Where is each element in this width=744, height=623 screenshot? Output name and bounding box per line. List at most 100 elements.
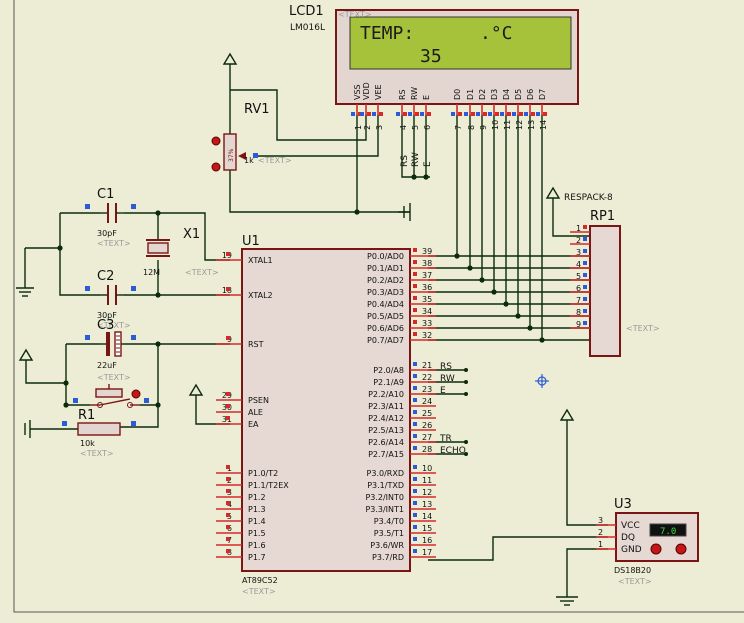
rp1-ref: RP1	[590, 209, 615, 224]
rp1-body	[589, 225, 621, 357]
u1-pin-number: 25	[422, 409, 432, 418]
u1-pin-label: P2.0/A8	[373, 366, 404, 375]
u1-pin-number: 12	[422, 488, 432, 497]
u1-pin-number: 33	[422, 319, 432, 328]
u3-model: DS18B20	[614, 566, 651, 575]
rv1-component[interactable]: 37% RV1 1k <TEXT>	[211, 102, 292, 172]
u1-pin-number: 11	[422, 476, 432, 485]
pin-state-marker	[413, 525, 417, 529]
u1-pin-label: XTAL2	[248, 291, 273, 300]
pin-state-marker	[413, 284, 417, 288]
ground-u3	[556, 596, 578, 606]
lcd-placeholder: <TEXT>	[338, 10, 372, 19]
rv1-value: 1k	[244, 156, 254, 165]
lcd-component[interactable]: TEMP: .°C 35 LCD1 LM016L <TEXT> VSS1VDD2…	[289, 4, 579, 130]
u1-pin-number: 36	[422, 283, 432, 292]
reset-button[interactable]	[73, 384, 149, 408]
pin-state-marker	[226, 416, 230, 420]
u1-component[interactable]: U1 AT89C52 <TEXT> 19XTAL118XTAL29RST29PS…	[216, 234, 436, 596]
u3-display-value: 7.0	[660, 527, 676, 537]
lcd-pin-label: D0	[453, 89, 462, 100]
pin-state-marker	[413, 513, 417, 517]
pin-state-marker	[420, 112, 424, 116]
rv1-placeholder: <TEXT>	[258, 156, 292, 165]
pin-state-marker	[226, 336, 230, 340]
lcd-pin-label: RW	[410, 87, 419, 100]
c1-component[interactable]: C1 30pF <TEXT>	[85, 187, 136, 248]
net-label: RS	[440, 362, 452, 372]
lcd-pin-label: D5	[514, 89, 523, 100]
pin-state-marker	[226, 537, 230, 541]
pin-state-marker	[413, 446, 417, 450]
pin-state-marker	[583, 225, 587, 229]
pin-state-marker	[413, 272, 417, 276]
pin-state-marker	[583, 249, 587, 253]
pin-state-marker	[367, 112, 371, 116]
u1-pin-label: EA	[248, 420, 259, 429]
pin-state-marker	[536, 112, 540, 116]
pin-state-marker	[226, 465, 230, 469]
lcd-pin-number: 6	[423, 125, 432, 130]
pin-state-marker	[483, 112, 487, 116]
rp1-component[interactable]: RP1 RESPACK-8 <TEXT> 1 2 3 4 5 6 7 8 9	[564, 193, 660, 357]
pin-state-marker	[583, 261, 587, 265]
u1-pin-number: 15	[422, 524, 432, 533]
u1-pin-label: P2.2/A10	[368, 390, 404, 399]
lcd-pin-number: 14	[539, 120, 548, 130]
rp1-pin-number: 4	[576, 260, 581, 269]
pin-state-marker	[495, 112, 499, 116]
c1-value: 30pF	[97, 229, 117, 238]
schematic-canvas: TEMP: .°C 35 LCD1 LM016L <TEXT> VSS1VDD2…	[13, 0, 744, 613]
u1-pin-number: 16	[422, 536, 432, 545]
c3-placeholder: <TEXT>	[97, 373, 131, 382]
u1-pin-number: 21	[422, 361, 432, 370]
reset-probe	[131, 389, 141, 399]
ground-reset	[24, 420, 31, 438]
u1-pin-label: P1.1/T2EX	[248, 481, 289, 490]
r1-component[interactable]: R1 10k <TEXT>	[62, 408, 136, 458]
u1-pin-label: P1.6	[248, 541, 266, 550]
pin-state-marker	[226, 549, 230, 553]
lcd-line1-right: .°C	[480, 23, 513, 44]
pin-state-marker	[413, 362, 417, 366]
pin-state-marker	[500, 112, 504, 116]
u3-component[interactable]: 7.0 U3 DS18B20 <TEXT> 3 VCC 2 DQ 1 GND	[596, 497, 699, 586]
pin-state-marker	[413, 308, 417, 312]
u3-button-up[interactable]	[675, 543, 687, 555]
pin-state-marker	[415, 112, 419, 116]
lcd-pin-number: 3	[375, 125, 384, 130]
u1-pin-number: 39	[422, 247, 432, 256]
pin-state-marker	[413, 489, 417, 493]
ground-crystal	[16, 287, 34, 297]
net-label: TR	[439, 434, 452, 444]
u1-pin-number: 17	[422, 548, 432, 557]
u1-pin-label: P1.5	[248, 529, 266, 538]
pin-state-marker	[226, 525, 230, 529]
u1-pin-number: 23	[422, 385, 432, 394]
u3-pin-number: 1	[598, 540, 603, 549]
pin-state-marker	[512, 112, 516, 116]
u1-pin-number: 38	[422, 259, 432, 268]
pin-state-marker	[226, 252, 230, 256]
lcd-pin-label: VSS	[353, 84, 362, 100]
net-label: RW	[440, 374, 455, 384]
pin-state-marker	[524, 112, 528, 116]
r1-ref: R1	[78, 408, 95, 423]
power-arrow-u3	[559, 408, 575, 421]
lcd-line1-left: TEMP:	[360, 23, 414, 44]
u3-button-down[interactable]	[650, 543, 662, 555]
u1-pin-label: XTAL1	[248, 256, 273, 265]
x1-component[interactable]: X1 12M <TEXT>	[143, 227, 219, 277]
lcd-ref: LCD1	[289, 4, 324, 19]
pin-state-marker	[507, 112, 511, 116]
net-label: E	[440, 386, 446, 396]
pin-state-marker	[413, 320, 417, 324]
rv1-probe-top	[211, 136, 221, 146]
u1-pin-label: P2.4/A12	[368, 414, 404, 423]
rp1-pin-number: 7	[576, 296, 581, 305]
pin-state-marker	[427, 112, 431, 116]
u1-pin-label: P1.7	[248, 553, 266, 562]
u1-pin-number: 13	[422, 500, 432, 509]
pin-state-marker	[408, 112, 412, 116]
lcd-pin-label: D4	[502, 89, 511, 100]
